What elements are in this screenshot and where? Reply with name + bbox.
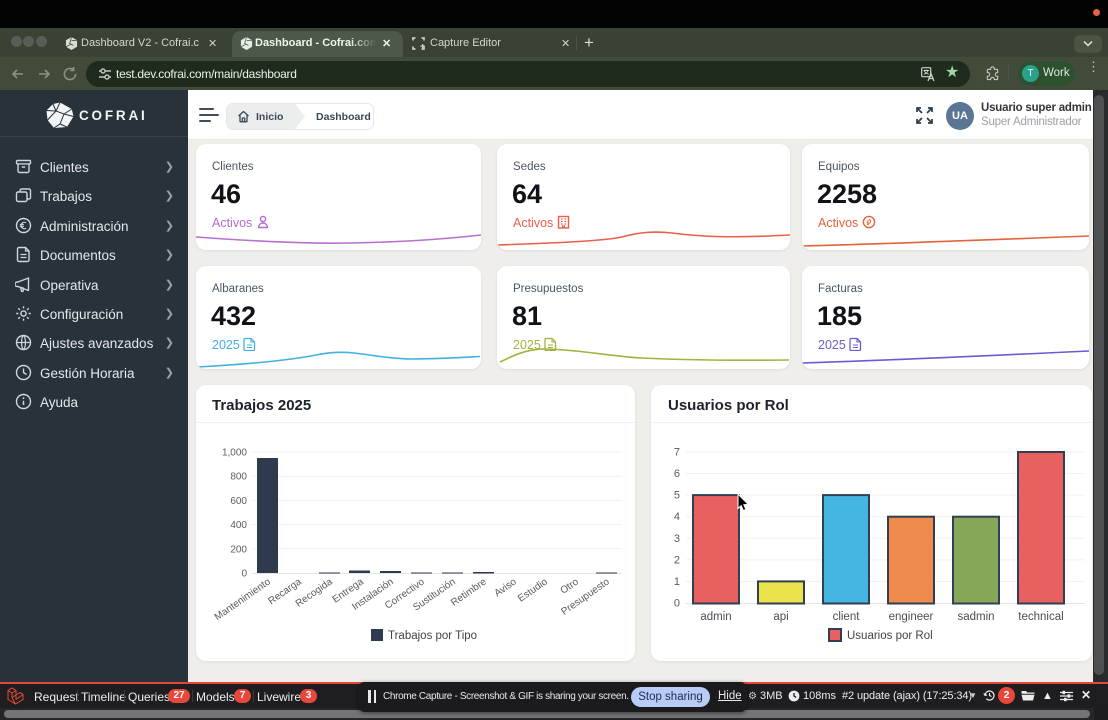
svg-text:1: 1: [674, 576, 680, 588]
svg-text:3: 3: [674, 533, 680, 545]
svg-text:Trabajos por Tipo: Trabajos por Tipo: [388, 630, 477, 642]
svg-text:Estudio: Estudio: [516, 576, 550, 604]
svg-text:Mantenimiento: Mantenimiento: [213, 576, 273, 623]
svg-text:client: client: [833, 611, 861, 623]
svg-text:4: 4: [674, 511, 680, 523]
svg-text:technical: technical: [1018, 611, 1063, 623]
svg-text:Usuarios por Rol: Usuarios por Rol: [847, 630, 933, 642]
svg-text:admin: admin: [700, 611, 731, 623]
svg-text:5: 5: [674, 490, 680, 502]
svg-text:6: 6: [674, 468, 680, 480]
svg-text:7: 7: [674, 447, 680, 459]
svg-text:400: 400: [230, 520, 247, 531]
svg-text:sadmin: sadmin: [957, 611, 994, 623]
svg-text:Retimbre: Retimbre: [449, 576, 489, 609]
svg-text:200: 200: [230, 544, 247, 555]
svg-text:600: 600: [230, 496, 247, 507]
svg-text:2: 2: [674, 554, 680, 566]
svg-text:Aviso: Aviso: [493, 576, 520, 599]
svg-text:api: api: [773, 611, 788, 623]
svg-text:800: 800: [230, 472, 247, 483]
svg-text:0: 0: [674, 598, 680, 610]
svg-text:1,000: 1,000: [222, 448, 247, 459]
svg-text:0: 0: [241, 569, 247, 580]
svg-text:engineer: engineer: [889, 611, 934, 623]
svg-text:Otro: Otro: [558, 576, 581, 596]
